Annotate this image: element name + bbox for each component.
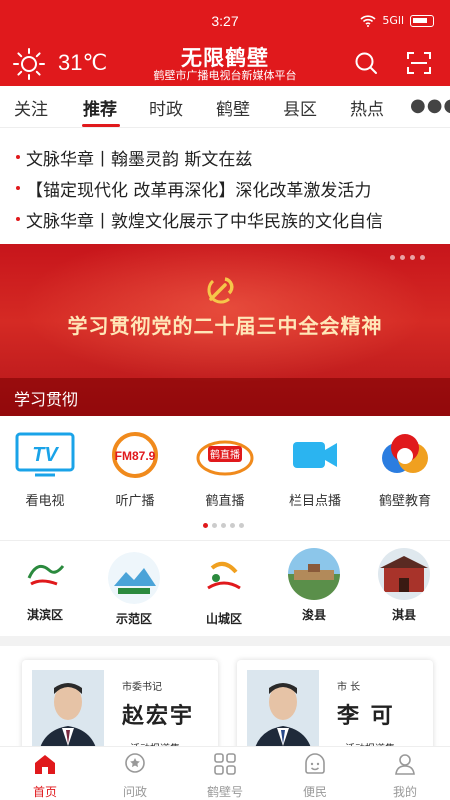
shortcut-tv[interactable]: TV 看电视 <box>4 432 86 509</box>
battery-icon <box>410 14 434 27</box>
shortcut-education[interactable]: 鹤壁教育 <box>364 432 446 509</box>
party-emblem-icon <box>207 277 234 304</box>
tv-icon: TV <box>15 432 75 478</box>
leader-role: 市委书记 <box>122 682 162 693</box>
tab-follow[interactable]: 关注 <box>14 95 48 120</box>
district-label: 淇滨区 <box>26 608 63 622</box>
smile-icon <box>305 753 325 774</box>
section-separator <box>0 636 450 646</box>
banner-caption: 学习贯彻 <box>14 390 79 409</box>
nav-label: 首页 <box>32 785 57 799</box>
radio-icon: FM87.9 <box>105 432 165 478</box>
divider <box>0 540 450 541</box>
leader-card-secretary[interactable]: 市委书记 赵宏宇 活动报道集 <box>22 660 218 756</box>
home-icon <box>35 755 55 774</box>
nav-mine[interactable]: 我的 <box>370 753 440 800</box>
shortcut-label: 鹤壁教育 <box>378 494 431 509</box>
svg-text:鹤直播: 鹤直播 <box>210 448 240 461</box>
leader-card-mayor[interactable]: 市 长 李 可 活动报道集 <box>237 660 433 756</box>
shortcut-label: 栏目点播 <box>288 494 341 509</box>
headline-item[interactable]: 【锚定现代化 改革再深化】深化改革激发活力 <box>16 176 434 201</box>
headline-text: 文脉华章丨敦煌文化展示了中华民族的文化自信 <box>26 212 383 232</box>
bullet-icon <box>16 155 20 159</box>
svg-text:TV: TV <box>32 444 59 466</box>
video-icon <box>285 432 345 478</box>
active-tab-indicator <box>82 124 120 127</box>
status-icons: 5Gll <box>360 14 434 27</box>
app-screen: 3:27 5Gll 31℃ 无限鹤壁 鹤壁市广播电视台新媒体平台 关注 推荐 时… <box>0 0 450 800</box>
header-bar: 3:27 5Gll 31℃ 无限鹤壁 鹤壁市广播电视台新媒体平台 <box>0 0 450 86</box>
district-shancheng[interactable]: 山城区 <box>189 552 259 627</box>
question-icon <box>125 753 145 773</box>
user-icon <box>395 754 415 775</box>
shortcut-label: 看电视 <box>25 494 65 509</box>
leader-photo <box>32 670 104 756</box>
district-logo-image <box>198 552 250 604</box>
headline-item[interactable]: 文脉华章丨翰墨灵韵 斯文在兹 <box>16 145 434 170</box>
bullet-icon <box>16 186 20 190</box>
tab-recommend[interactable]: 推荐 <box>83 95 117 120</box>
leader-photo <box>247 670 319 756</box>
education-icon <box>375 432 435 478</box>
leader-name: 李 可 <box>337 703 395 729</box>
shortcut-label: 鹤直播 <box>205 494 245 509</box>
bottom-navigation: 首页 问政 鹤壁号 便民 我的 <box>0 746 450 800</box>
shortcut-label: 听广播 <box>115 494 155 509</box>
search-icon[interactable] <box>354 51 378 75</box>
district-qibin[interactable]: 淇滨区 <box>10 548 80 623</box>
bullet-icon <box>16 217 20 221</box>
nav-label: 问政 <box>122 785 147 799</box>
shortcut-vod[interactable]: 栏目点播 <box>274 432 356 509</box>
nav-services[interactable]: 便民 <box>280 753 350 800</box>
nav-label: 我的 <box>392 785 417 799</box>
shortcut-radio[interactable]: FM87.9 听广播 <box>94 432 176 509</box>
scan-icon[interactable] <box>406 51 432 75</box>
district-logo-image <box>19 548 71 600</box>
district-label: 淇县 <box>391 608 416 622</box>
nav-label: 便民 <box>302 785 327 799</box>
wifi-icon <box>360 14 376 27</box>
district-label: 浚县 <box>301 608 326 622</box>
nav-label: 鹤壁号 <box>206 785 243 799</box>
shortcut-page-dots <box>203 523 244 528</box>
leader-role: 市 长 <box>337 682 361 693</box>
tab-politics[interactable]: 时政 <box>149 95 183 120</box>
leader-name: 赵宏宇 <box>122 703 195 729</box>
banner-headline: 学习贯彻党的二十届三中全会精神 <box>67 314 383 338</box>
signal-label: 5Gll <box>382 14 404 27</box>
app-subtitle: 鹤壁市广播电视台新媒体平台 <box>153 69 297 82</box>
district-photo-image <box>288 548 340 600</box>
district-label: 示范区 <box>115 612 152 626</box>
headline-text: 文脉华章丨翰墨灵韵 斯文在兹 <box>26 150 253 170</box>
live-icon: 鹤直播 <box>195 432 255 478</box>
category-tabs: 关注 推荐 时政 鹤壁 县区 热点 ●●● <box>0 86 450 128</box>
district-xunxian[interactable]: 浚县 <box>279 548 349 623</box>
tab-counties[interactable]: 县区 <box>283 95 317 120</box>
tab-hebi[interactable]: 鹤壁 <box>216 95 250 120</box>
headline-text: 【锚定现代化 改革再深化】深化改革激发活力 <box>26 181 372 201</box>
more-tabs-icon[interactable]: ●●● <box>410 95 450 116</box>
nav-home[interactable]: 首页 <box>10 753 80 800</box>
carousel-dots <box>390 255 425 260</box>
district-photo-image <box>378 548 430 600</box>
tab-hot[interactable]: 热点 <box>350 95 384 120</box>
district-qixian[interactable]: 淇县 <box>369 548 439 623</box>
shortcut-live[interactable]: 鹤直播 鹤直播 <box>184 432 266 509</box>
district-logo-image <box>108 552 160 604</box>
nav-hebi-account[interactable]: 鹤壁号 <box>190 753 260 800</box>
district-demo-zone[interactable]: 示范区 <box>99 552 169 627</box>
headline-item[interactable]: 文脉华章丨敦煌文化展示了中华民族的文化自信 <box>16 207 434 232</box>
grid-icon <box>214 753 236 775</box>
district-label: 山城区 <box>205 612 242 626</box>
svg-text:FM87.9: FM87.9 <box>115 449 156 463</box>
nav-inquiry[interactable]: 问政 <box>100 753 170 800</box>
